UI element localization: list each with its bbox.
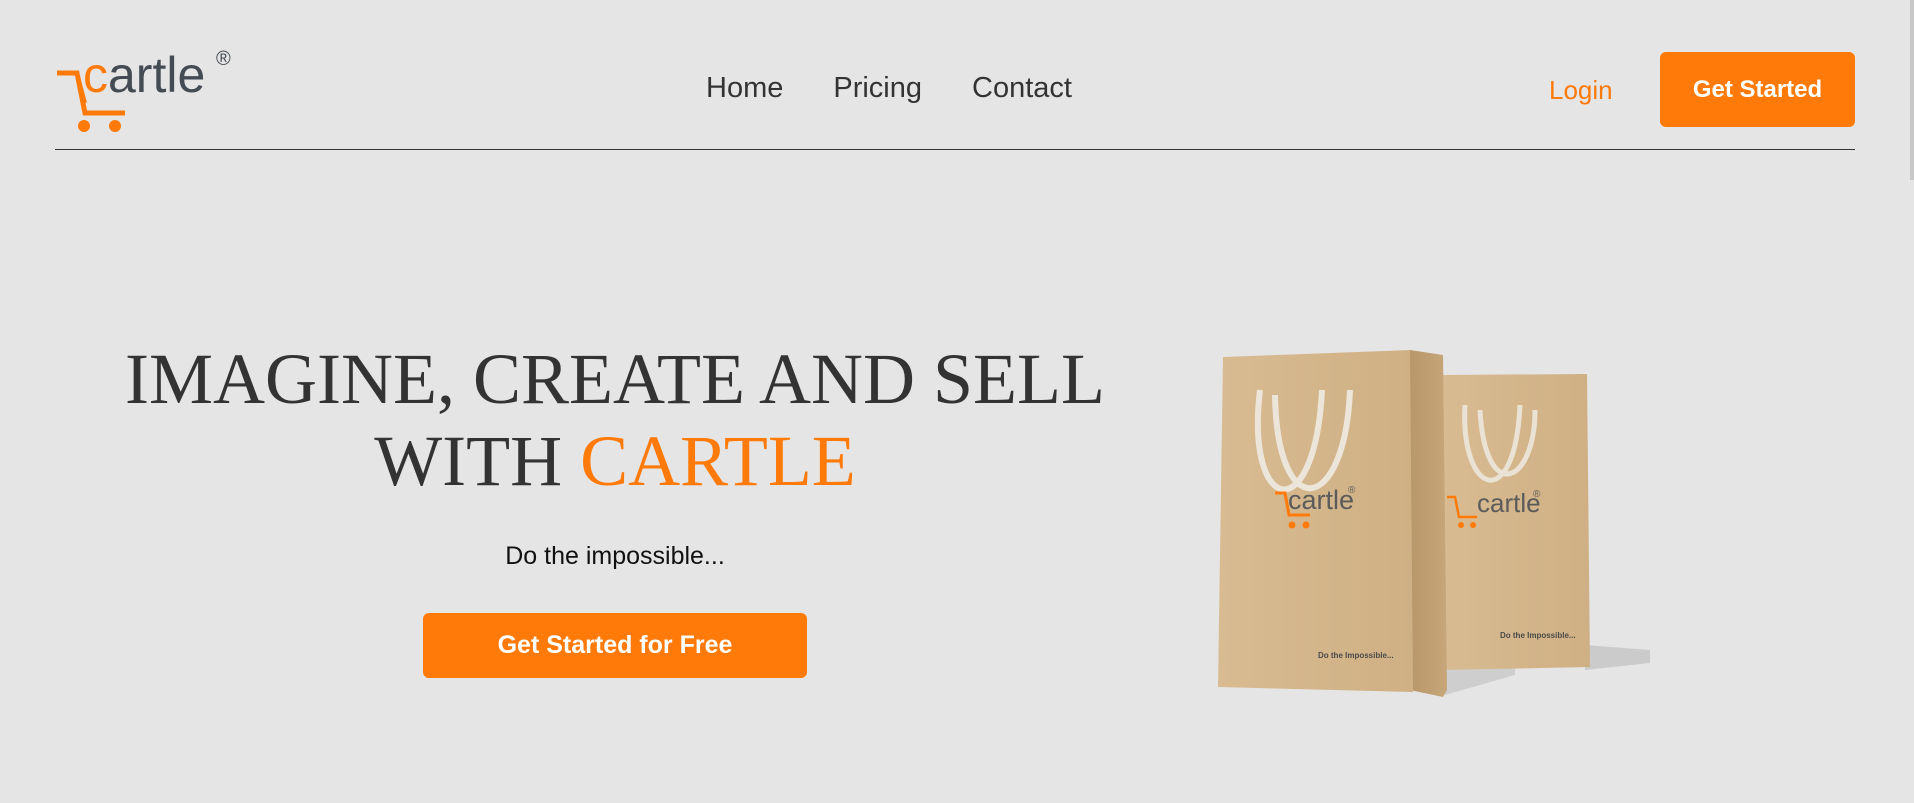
nav-home[interactable]: Home: [706, 72, 783, 105]
hero-title: IMAGINE, CREATE AND SELL WITH CARTLE: [80, 338, 1150, 502]
login-link[interactable]: Login: [1549, 75, 1613, 106]
nav-contact[interactable]: Contact: [972, 72, 1072, 105]
svg-text:cartle: cartle: [1477, 488, 1541, 518]
svg-text:cartle: cartle: [1288, 485, 1354, 515]
logo-c: c: [83, 47, 108, 103]
svg-text:®: ®: [1348, 485, 1356, 496]
shopping-bags-image: cartle ® Do the Impossible... cartle ® D…: [1218, 350, 1650, 697]
svg-text:®: ®: [1533, 489, 1541, 500]
hero-title-accent: CARTLE: [580, 421, 856, 501]
landing-page: cartle ® Home Pricing Contact Login Get …: [0, 0, 1914, 803]
logo-wordmark: cartle: [83, 50, 205, 100]
get-started-free-button[interactable]: Get Started for Free: [423, 613, 807, 678]
get-started-button[interactable]: Get Started: [1660, 52, 1855, 127]
hero-title-line1: IMAGINE, CREATE AND SELL: [125, 339, 1105, 419]
svg-text:Do the Impossible...: Do the Impossible...: [1500, 631, 1576, 640]
page-scrollbar[interactable]: [1910, 0, 1914, 180]
main-nav: Home Pricing Contact: [706, 72, 1072, 105]
hero-tagline: Do the impossible...: [505, 542, 725, 570]
registered-mark: ®: [216, 48, 231, 70]
cartle-logo[interactable]: cartle ®: [55, 48, 240, 132]
hero-title-line2: WITH: [374, 421, 581, 501]
logo-rest: artle: [108, 47, 206, 103]
nav-pricing[interactable]: Pricing: [833, 72, 922, 105]
svg-text:Do the Impossible...: Do the Impossible...: [1318, 651, 1394, 660]
header-divider: [55, 149, 1855, 150]
